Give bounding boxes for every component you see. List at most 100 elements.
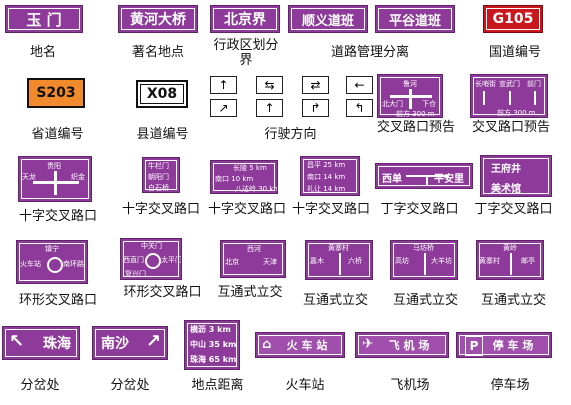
arrow-two-way-icon: ⇆ <box>256 76 283 94</box>
interchange3-right: 大羊坊 <box>431 257 452 265</box>
airport-label: 飞 机 场 <box>388 339 430 352</box>
sign-place-name: 玉 门 <box>5 5 83 33</box>
caption-admin-boundary: 行政区划分界 <box>213 38 279 68</box>
sign-crossroad-1: 贵阳 天龙 织金 <box>18 156 92 202</box>
crossroad1-left: 天龙 <box>22 173 36 181</box>
sign-t-junction-1: 西单 平安里 <box>375 163 473 189</box>
caption-distance: 地点距离 <box>191 378 244 393</box>
fork-left-arrow-icon: ↖ <box>9 331 25 352</box>
sign-airport: ✈ 飞 机 场 <box>355 332 449 358</box>
interchange3-left: 高坊 <box>395 257 409 265</box>
preview2-dist: 前方 300 m <box>497 109 536 117</box>
parking-icon: P <box>465 336 483 356</box>
caption-train-station: 火车站 <box>285 378 325 393</box>
preview1-top: 鲁河 <box>403 80 417 88</box>
interchange1-left: 北京 <box>225 258 239 266</box>
sign-parking: P 停 车 场 <box>456 332 552 358</box>
sign-interchange-1: 西河 北京 天津 <box>220 240 286 278</box>
roundabout2-top: 中关门 <box>141 242 162 250</box>
caption-airport: 飞机场 <box>390 378 430 393</box>
crossroad3-l3: 八达岭 30 km <box>235 185 278 193</box>
caption-national-road: 国道编号 <box>488 45 541 60</box>
roundabout2-left: 西直门 <box>123 256 144 264</box>
arrow-right-turn-icon: ↱ <box>302 99 329 117</box>
crossroad4-l2: 南口 14 km <box>307 173 346 181</box>
sign-county-road-number: X08 <box>136 80 188 108</box>
caption-fork-2: 分岔处 <box>110 378 150 393</box>
crossroad4-l3: 礼让 14 km <box>307 185 346 193</box>
arrow-up-right-icon: ↗ <box>210 99 237 117</box>
caption-crossroad-1: 十字交叉路口 <box>18 209 97 224</box>
roundabout2-bottom: 复兴门 <box>125 270 146 278</box>
fork1-label: 珠海 <box>43 336 71 352</box>
sign-interchange-2: 黄寨村 嘉木 六桥 <box>305 240 373 280</box>
sign-intersection-preview-2: 长哨街 宣武门 前门 前方 300 m <box>470 74 548 118</box>
caption-county-road: 县道编号 <box>136 127 189 142</box>
caption-interchange-2: 互通式立交 <box>302 293 368 308</box>
arrow-two-way-alt-icon: ⇄ <box>302 76 329 94</box>
distance-line-1: 横沥 3 km <box>190 325 231 334</box>
crossroad4-l1: 昌平 25 km <box>307 161 346 169</box>
sign-t-junction-2: 王府井 美术馆 <box>480 155 552 197</box>
sign-train-station: ⌂ 火 车 站 <box>255 332 345 358</box>
crossroad2-l3: 白石桥 <box>148 184 169 192</box>
caption-t-junction-1: 丁字交叉路口 <box>380 202 459 217</box>
sign-fork-1: ↖ 珠海 <box>2 326 80 360</box>
caption-provincial-road: 省道编号 <box>31 127 84 142</box>
tjunction2-t1: 王府井 <box>491 164 521 175</box>
sign-intersection-preview-1: 鲁河 北大门 下仓 前方 300 m <box>377 74 443 118</box>
caption-intersection-preview-1: 交叉路口预告 <box>376 120 455 135</box>
crossroad2-l1: 牛栏门 <box>148 162 169 170</box>
crossroad3-l2: 南口 10 km <box>215 175 254 183</box>
caption-road-maint: 道路管理分离 <box>330 45 409 60</box>
distance-line-2: 中山 35 km <box>190 340 237 349</box>
interchange1-top: 西河 <box>247 245 261 253</box>
crossroad1-right: 织金 <box>71 173 85 181</box>
train-station-label: 火 车 站 <box>286 339 328 352</box>
interchange2-right: 六桥 <box>348 257 362 265</box>
caption-interchange-4: 互通式立交 <box>480 293 546 308</box>
sign-distance: 横沥 3 km 中山 35 km 珠海 65 km <box>184 320 240 370</box>
arrow-left-icon: ← <box>346 76 373 94</box>
sign-fork-2: 南沙 ↗ <box>92 326 168 360</box>
sign-national-road-number: G105 <box>483 5 543 33</box>
caption-crossroad-3: 十字交叉路口 <box>207 202 286 217</box>
roundabout2-right: 太平门 <box>161 256 182 264</box>
caption-roundabout-2: 环形交叉路口 <box>123 285 202 300</box>
interchange1-right: 天津 <box>263 258 277 266</box>
caption-interchange-1: 互通式立交 <box>217 285 283 300</box>
caption-crossroad-4: 十字交叉路口 <box>291 202 370 217</box>
crossroad1-top: 贵阳 <box>47 162 61 170</box>
preview1-left: 北大门 <box>382 100 403 108</box>
crossroad2-l2: 朝阳门 <box>148 173 169 181</box>
distance-line-3: 珠海 65 km <box>190 355 237 364</box>
train-icon: ⌂ <box>262 337 272 352</box>
sign-roundabout-2: 中关门 西直门 太平门 复兴门 <box>120 238 182 280</box>
interchange4-top: 黄岭 <box>503 244 517 252</box>
caption-t-junction-2: 丁字交叉路口 <box>474 202 553 217</box>
preview2-right: 前门 <box>527 80 541 88</box>
sign-crossroad-3: 长陵 5 km 南口 10 km 八达岭 30 km <box>210 160 278 194</box>
roundabout1-left: 火车站 <box>20 260 41 268</box>
roundabout1-top: 镇宁 <box>45 245 59 253</box>
interchange4-right: 邮亭 <box>521 257 535 265</box>
caption-roundabout-1: 环形交叉路口 <box>18 293 97 308</box>
caption-famous-place: 著名地点 <box>131 45 184 60</box>
interchange4-left: 黄寨村 <box>479 257 500 265</box>
caption-interchange-3: 互通式立交 <box>392 293 458 308</box>
airplane-icon: ✈ <box>362 336 374 352</box>
caption-fork-1: 分岔处 <box>20 378 60 393</box>
sign-crossroad-4: 昌平 25 km 南口 14 km 礼让 14 km <box>300 156 360 196</box>
fork2-label: 南沙 <box>101 336 129 352</box>
roundabout1-right: 南环路 <box>63 260 84 268</box>
interchange3-top: 马坊桥 <box>413 244 434 252</box>
sign-interchange-3: 马坊桥 高坊 大羊坊 <box>390 240 458 280</box>
preview1-dist: 前方 300 m <box>396 110 435 118</box>
interchange2-top: 黄寨村 <box>328 244 349 252</box>
sign-famous-place: 黄河大桥 <box>118 5 198 33</box>
arrow-left-turn-icon: ↰ <box>346 99 373 117</box>
preview2-mid: 宣武门 <box>499 80 520 88</box>
caption-intersection-preview-2: 交叉路口预告 <box>471 120 550 135</box>
crossroad3-l1: 长陵 5 km <box>233 164 267 172</box>
sign-road-maint-1: 顺义道班 <box>288 5 368 33</box>
